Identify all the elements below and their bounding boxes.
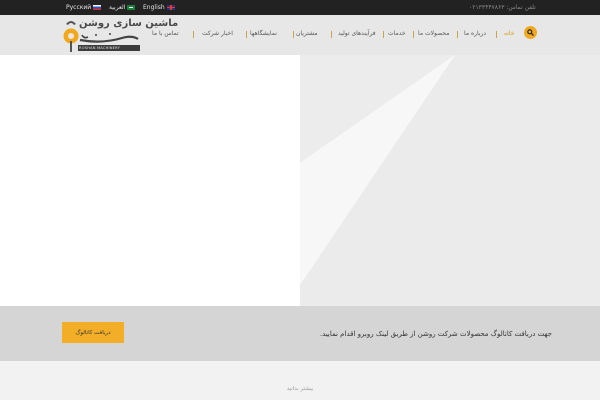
nav-item-production[interactable]: فرآیندهای تولید — [338, 30, 376, 37]
nav-separator — [193, 31, 194, 38]
more-info-heading: بیشتر بدانید — [286, 386, 314, 392]
language-arabic[interactable]: العربية — [109, 4, 136, 11]
russia-flag-icon — [93, 5, 102, 10]
nav-item-news[interactable]: اخبار شرکت — [202, 30, 233, 37]
uk-flag-icon — [166, 5, 175, 10]
nav-separator — [496, 31, 497, 38]
nav-separator — [246, 31, 247, 38]
nav-separator — [413, 31, 414, 38]
nav-item-about[interactable]: درباره ما — [464, 30, 486, 37]
nav-item-home[interactable]: خانه — [504, 30, 514, 37]
nav-item-services[interactable]: خدمات — [388, 30, 406, 37]
nav-separator — [457, 31, 458, 38]
catalog-banner: دریافت کاتالوگ جهت دریافت کاتالوگ محصولا… — [0, 306, 600, 361]
logo-subtitle: ROSHAN MACHINERY — [79, 46, 120, 50]
search-button[interactable] — [524, 26, 537, 39]
nav-separator — [383, 31, 384, 38]
logo[interactable]: ماشین سازی روشن ROSHAN MACHINERY — [62, 16, 178, 54]
nav-item-contact[interactable]: تماس با ما — [152, 30, 179, 37]
top-bar: Русский العربية English تلفن تماس: ۰۲۱۳۳… — [0, 0, 600, 15]
logo-title: ماشین سازی روشن — [79, 18, 179, 29]
hero-background-graphic — [300, 55, 600, 306]
nav-item-customers[interactable]: مشتریان — [296, 30, 318, 37]
phone-number: تلفن تماس: ۰۲۱۳۳۴۴۷۸۶۳ — [469, 4, 536, 11]
saudi-flag-icon — [127, 5, 136, 10]
more-info-section: بیشتر بدانید — [0, 361, 600, 400]
language-label: العربية — [109, 4, 126, 11]
catalog-message: جهت دریافت کاتالوگ محصولات شرکت روشن از … — [319, 330, 552, 338]
nav-separator — [293, 31, 294, 38]
search-icon — [527, 29, 534, 36]
language-label: English — [143, 4, 165, 11]
nav-item-exhibitions[interactable]: نمایشگاهها — [250, 30, 277, 37]
nav-item-products[interactable]: محصولات ما — [418, 30, 449, 37]
header: ماشین سازی روشن ROSHAN MACHINERY تماس با… — [0, 15, 600, 55]
nav-separator — [331, 31, 332, 38]
language-label: Русский — [66, 4, 92, 11]
hero-slider — [0, 55, 600, 306]
language-english[interactable]: English — [143, 4, 175, 11]
download-catalog-button[interactable]: دریافت کاتالوگ — [62, 322, 124, 343]
language-russian[interactable]: Русский — [66, 4, 102, 11]
